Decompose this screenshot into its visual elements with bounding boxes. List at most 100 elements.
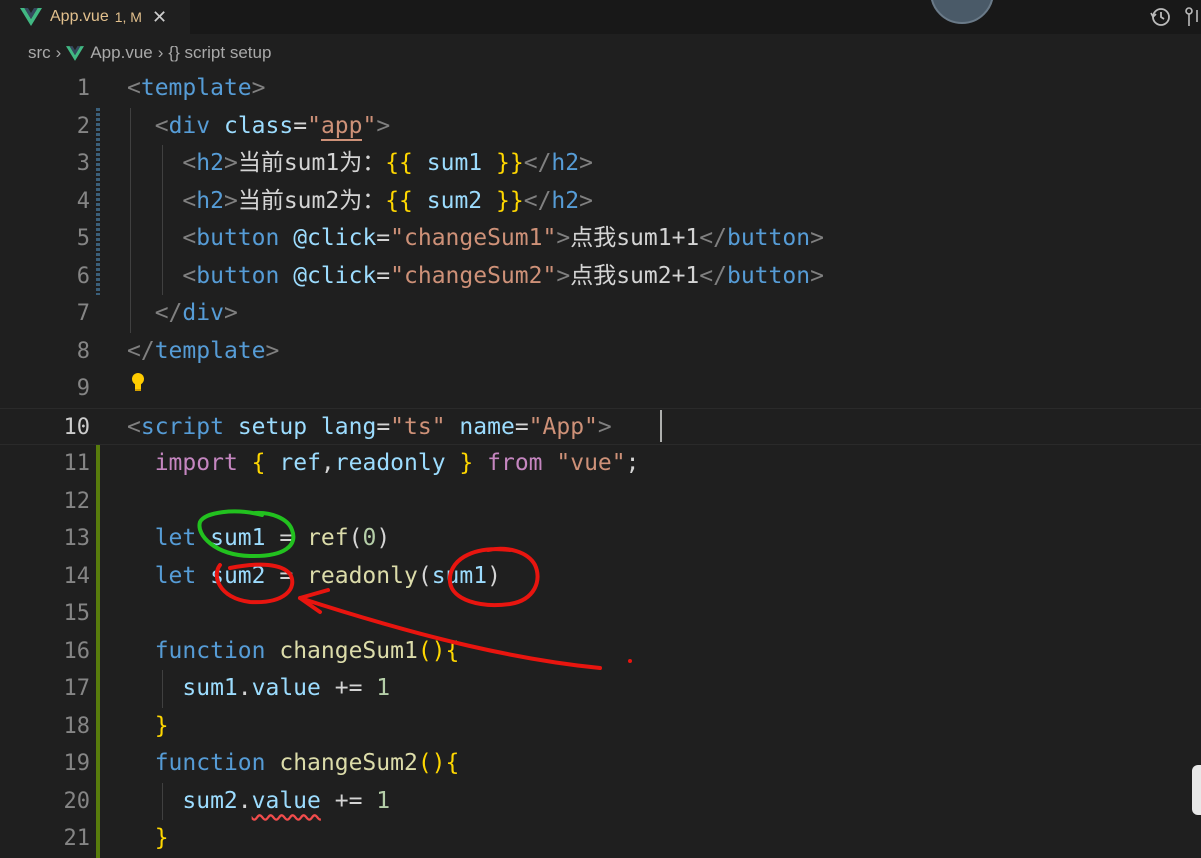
code-token: class (223, 112, 294, 139)
code-token: > (265, 337, 280, 364)
code-editor[interactable]: 1 <template> 2 <div class="app"> 3 <h2>当前su… (0, 70, 1201, 858)
code-token: } (154, 825, 169, 851)
tab-file-name: App.vue (50, 8, 109, 25)
breadcrumb: src › App.vue › {} script setup (0, 36, 1201, 70)
compare-icon[interactable] (1183, 4, 1201, 30)
scrollbar-handle[interactable] (1192, 765, 1201, 815)
code-token: div (168, 112, 211, 139)
code-line[interactable]: 17 sum1.value += 1 (0, 670, 1201, 708)
line-number: 11 (63, 451, 91, 476)
code-token: ref (307, 525, 349, 551)
breadcrumb-item-src[interactable]: src (28, 43, 51, 63)
history-icon[interactable] (1148, 4, 1174, 30)
line-number: 14 (63, 563, 91, 589)
code-token: "changeSum1" (390, 225, 557, 251)
code-line[interactable]: 9 (0, 370, 1201, 408)
code-text: <h2>当前sum2为：{{ sum2 }}</h2> (127, 183, 593, 221)
code-token: name (459, 413, 515, 440)
code-line[interactable]: 21 } (0, 820, 1201, 858)
code-token: "App" (528, 413, 598, 440)
breadcrumb-item-file[interactable]: App.vue (90, 43, 152, 63)
code-line[interactable]: 20 sum2.value += 1 (0, 783, 1201, 821)
code-token: 当前sum2为： (237, 187, 386, 214)
code-token: let (154, 525, 197, 551)
editor-tab-bar: App.vue 1, M ✕ (0, 0, 1201, 34)
code-line[interactable]: 6 <button @click="changeSum2">点我sum2+1</… (0, 258, 1201, 296)
code-line[interactable]: 10 <script setup lang="ts" name="App"> (0, 407, 1201, 445)
code-line[interactable]: 11 import { ref,readonly } from "vue"; (0, 445, 1201, 483)
code-token: app (320, 112, 363, 141)
code-line[interactable]: 13 let sum1 = ref(0) (0, 520, 1201, 558)
git-change-indicator (96, 445, 100, 858)
tab-app-vue[interactable]: App.vue 1, M ✕ (0, 0, 190, 34)
code-token: setup (237, 413, 308, 440)
code-token: = (376, 262, 391, 289)
code-text: import { ref,readonly } from "vue"; (127, 445, 640, 483)
code-line[interactable]: 14 let sum2 = readonly(sum1) (0, 558, 1201, 596)
code-token: < (127, 413, 141, 440)
code-line[interactable]: 18 } (0, 708, 1201, 746)
code-token: > (556, 225, 571, 251)
code-token: > (579, 187, 593, 214)
code-line[interactable]: 12 (0, 483, 1201, 521)
code-token: button (726, 262, 811, 289)
code-token: > (223, 150, 238, 176)
indent-guide (162, 782, 163, 820)
code-token: 点我sum2+1 (570, 262, 700, 289)
line-number: 1 (76, 76, 90, 101)
code-text: let sum2 = readonly(sum1) (127, 558, 501, 596)
code-line[interactable]: 2 <div class="app"> (0, 108, 1201, 146)
code-token: value (251, 787, 321, 814)
avatar (930, 0, 994, 24)
code-token: = (293, 112, 308, 139)
code-token: ) (376, 525, 391, 551)
code-line[interactable]: 19 function changeSum2(){ (0, 745, 1201, 783)
breadcrumb-item-symbol[interactable]: {} script setup (168, 43, 271, 63)
code-token: } (154, 712, 169, 739)
code-token: < (182, 262, 197, 289)
code-token: sum2 (426, 187, 483, 214)
line-number: 16 (63, 638, 91, 664)
close-icon[interactable]: ✕ (152, 7, 167, 28)
code-token: 1 (376, 675, 391, 701)
code-token: " (307, 112, 321, 139)
code-token: function (154, 637, 266, 664)
code-line[interactable]: 8 </template> (0, 333, 1201, 371)
code-line[interactable]: 7 </div> (0, 295, 1201, 333)
code-text: </div> (127, 295, 238, 333)
lightbulb-icon[interactable] (130, 372, 146, 392)
code-token: "vue" (556, 450, 626, 476)
indent-guide (162, 670, 163, 708)
code-text: <h2>当前sum1为：{{ sum1 }}</h2> (127, 145, 593, 183)
code-line[interactable]: 1 <template> (0, 70, 1201, 108)
code-token: </ (699, 262, 727, 289)
code-line[interactable]: 4 <h2>当前sum2为：{{ sum2 }}</h2> (0, 183, 1201, 221)
code-token: += (320, 675, 377, 701)
code-token: } (459, 450, 474, 476)
code-line[interactable]: 5 <button @click="changeSum1">点我sum1+1</… (0, 220, 1201, 258)
code-line[interactable]: 3 <h2>当前sum1为：{{ sum1 }}</h2> (0, 145, 1201, 183)
code-token: div (182, 300, 224, 326)
chevron-right-icon: › (55, 43, 62, 62)
code-token: { (445, 750, 460, 776)
code-token: > (810, 225, 824, 251)
line-number: 15 (63, 601, 91, 626)
code-line[interactable]: 15 (0, 595, 1201, 633)
code-line[interactable]: 16 function changeSum1(){ (0, 633, 1201, 671)
code-text: function changeSum1(){ (127, 633, 460, 671)
